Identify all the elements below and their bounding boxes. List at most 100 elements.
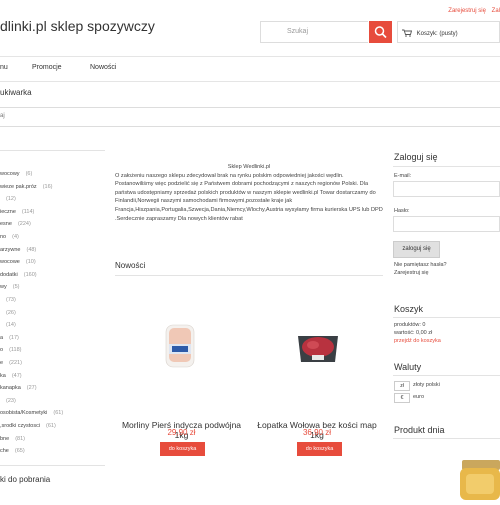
category-count: (10) — [25, 259, 36, 266]
main-nav: nu Promocje Nowości — [0, 56, 500, 82]
category-item[interactable]: esne (224) — [0, 221, 31, 227]
downloads-title: ki do pobrania — [0, 475, 51, 484]
category-count: (61) — [53, 410, 64, 417]
category-item[interactable]: ieczne (114) — [0, 209, 34, 215]
category-count: (160) — [23, 271, 37, 278]
category-item[interactable]: (23) — [0, 398, 16, 404]
category-item[interactable]: wieze pak.próz (16) — [0, 184, 52, 190]
password-field[interactable] — [393, 216, 500, 232]
register-link[interactable]: Zarejestruj się — [394, 270, 429, 276]
about-shop: Sklep Wedlinki.pl O założeniu naszego sk… — [115, 163, 383, 223]
side-search-text: aj — [0, 113, 5, 119]
category-item[interactable]: dodatki (160) — [0, 272, 37, 278]
category-count: (65) — [14, 448, 25, 455]
category-label: osobista/Kosmetyki — [0, 410, 48, 417]
add-to-cart-button[interactable]: do koszyka — [297, 442, 342, 456]
category-item[interactable]: wy (5) — [0, 284, 19, 290]
category-count: (4) — [12, 234, 19, 240]
category-item[interactable]: (12) — [0, 196, 16, 202]
product-price: 29,90 zł — [167, 428, 196, 437]
category-count: (114) — [21, 208, 35, 215]
category-item[interactable]: wocowy (6) — [0, 171, 32, 177]
category-count: (5) — [12, 284, 20, 291]
category-count: (224) — [17, 221, 31, 228]
category-count: (27) — [26, 385, 37, 392]
category-label: e — [0, 360, 4, 366]
top-links: Zarejestruj się Zal — [444, 8, 500, 14]
basket-value: wartość: 0,00 zł — [394, 330, 433, 336]
pln-label[interactable]: złoty polski — [413, 382, 440, 388]
login-title: Zaloguj się — [394, 152, 438, 162]
category-count: (26) — [6, 309, 16, 316]
product-image[interactable] — [160, 322, 200, 370]
category-item[interactable]: wocowe (10) — [0, 259, 36, 265]
category-count: (12) — [6, 196, 16, 203]
go-to-basket-link[interactable]: przejdź do koszyka — [394, 338, 441, 344]
wyszukiwarka-title: ukiwarka — [0, 88, 32, 97]
news-divider — [115, 275, 383, 276]
category-label: no — [0, 234, 7, 240]
pln-currency-button[interactable]: zł — [394, 381, 410, 391]
category-item[interactable]: kanapka (27) — [0, 385, 37, 391]
category-item[interactable]: ka (47) — [0, 373, 22, 379]
category-item[interactable]: (14) — [0, 322, 16, 328]
category-item[interactable]: o (118) — [0, 347, 22, 353]
category-item[interactable]: (26) — [0, 310, 16, 316]
category-item[interactable]: no (4) — [0, 234, 19, 240]
category-label: kanapka — [0, 385, 21, 392]
category-label: bne — [0, 435, 10, 442]
password-label: Hasło: — [394, 208, 410, 214]
email-field[interactable] — [393, 181, 500, 197]
forgot-password-link[interactable]: Nie pamiętasz hasła? — [394, 262, 447, 268]
category-item[interactable]: osobista/Kosmetyki (61) — [0, 410, 63, 416]
category-count: (23) — [6, 397, 16, 404]
jar-product-image — [460, 460, 500, 500]
category-count: (14) — [6, 322, 16, 329]
category-item[interactable]: che (65) — [0, 448, 25, 454]
category-count: (47) — [11, 372, 22, 379]
category-label: dodatki — [0, 271, 18, 278]
search-input[interactable]: Szukaj — [260, 21, 368, 43]
search-icon — [374, 26, 387, 39]
product-of-day-divider — [393, 438, 500, 439]
category-label: wieze pak.próz — [0, 183, 37, 190]
category-count: (17) — [9, 334, 19, 341]
add-to-cart-button[interactable]: do koszyka — [160, 442, 205, 456]
cart-widget[interactable]: Koszyk: (pusty) — [397, 21, 500, 43]
basket-divider — [393, 317, 500, 318]
shop-title[interactable]: dlinki.pl sklep spozywczy — [0, 18, 155, 34]
login-link[interactable]: Zal — [492, 8, 500, 14]
product-price: 36,90 zł — [302, 428, 332, 437]
currencies-divider — [393, 375, 500, 376]
login-button[interactable]: zaloguj się — [393, 241, 440, 258]
nav-item-promocje[interactable]: Promocje — [32, 64, 62, 71]
category-item[interactable]: arzywne (48) — [0, 247, 36, 253]
register-link[interactable]: Zarejestruj się — [448, 8, 486, 14]
category-label: arzywne — [0, 246, 21, 253]
search-button[interactable] — [369, 21, 392, 43]
basket-title: Koszyk — [394, 304, 424, 314]
cart-icon — [402, 29, 413, 37]
category-label: wocowe — [0, 259, 20, 266]
category-count: (118) — [9, 347, 22, 354]
category-item[interactable]: (73) — [0, 297, 16, 303]
side-search-field[interactable]: aj — [0, 107, 500, 127]
basket-products: produktów: 0 — [394, 322, 426, 328]
category-item[interactable]: bne (81) — [0, 436, 25, 442]
category-item[interactable]: e (221) — [0, 360, 22, 366]
category-item[interactable]: a (17) — [0, 335, 19, 341]
category-count: (73) — [6, 297, 16, 303]
category-item[interactable]: ,srodki czystosci (61) — [0, 423, 56, 429]
category-count: (6) — [25, 171, 33, 177]
nav-item-menu[interactable]: nu — [0, 64, 8, 71]
eur-label[interactable]: euro — [413, 394, 424, 400]
about-text: O założeniu naszego sklepu zdecydował br… — [115, 172, 383, 222]
categories-divider — [0, 150, 105, 151]
product-of-day-title: Produkt dnia — [394, 425, 445, 435]
nav-item-nowosci[interactable]: Nowości — [90, 64, 116, 71]
eur-currency-button[interactable]: € — [394, 393, 410, 403]
category-label: o — [0, 347, 4, 354]
product-of-day-image[interactable] — [458, 458, 500, 500]
product-image[interactable] — [295, 328, 341, 366]
category-label: ka — [0, 372, 6, 379]
